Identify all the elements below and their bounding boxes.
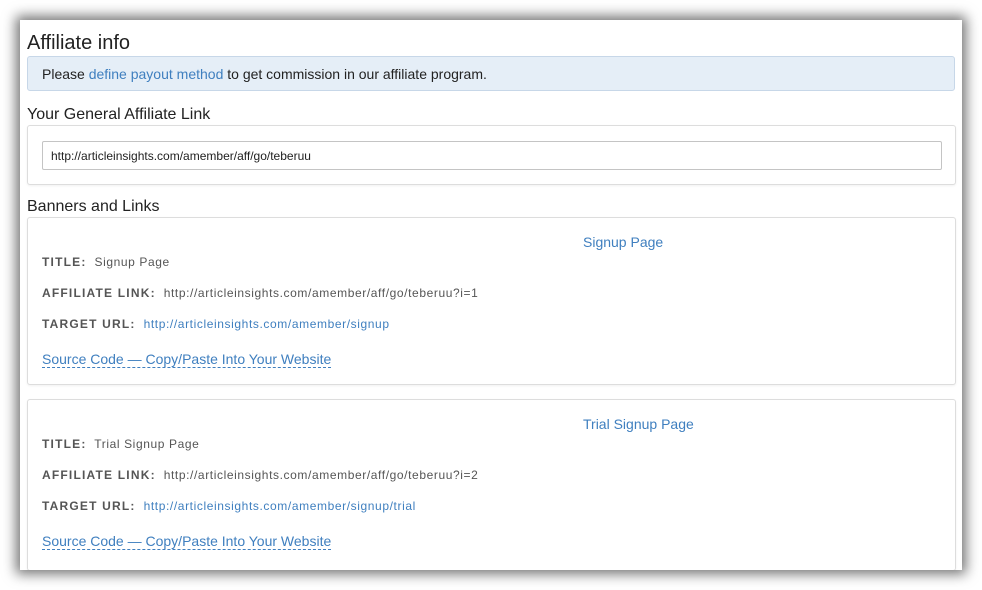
affiliate-window: Affiliate info Please define payout meth… (20, 20, 962, 570)
page-title: Affiliate info (27, 32, 131, 54)
title-label: TITLE: (42, 255, 87, 269)
target-url-label: TARGET URL: (42, 317, 136, 331)
affiliate-link-value: http://articleinsights.com/amember/aff/g… (163, 286, 479, 300)
title-label: TITLE: (42, 437, 87, 451)
general-affiliate-link-input[interactable] (42, 141, 942, 170)
general-link-panel (27, 125, 956, 185)
affiliate-link-value: http://articleinsights.com/amember/aff/g… (163, 468, 479, 482)
title-value: Trial Signup Page (94, 437, 200, 451)
notice-prefix: Please (42, 66, 85, 82)
banner-target-url-row: TARGET URL: http://articleinsights.com/a… (42, 317, 390, 331)
banner-panel: Trial Signup Page TITLE: Trial Signup Pa… (27, 399, 956, 570)
notice-suffix: to get commission in our affiliate progr… (227, 66, 487, 82)
target-url-label: TARGET URL: (42, 499, 136, 513)
general-link-heading: Your General Affiliate Link (27, 106, 211, 123)
target-url-link[interactable]: http://articleinsights.com/amember/signu… (144, 499, 416, 513)
banner-affiliate-link-row: AFFILIATE LINK: http://articleinsights.c… (42, 286, 478, 300)
banners-heading: Banners and Links (27, 198, 160, 215)
banner-title-row: TITLE: Trial Signup Page (42, 437, 199, 451)
title-value: Signup Page (94, 255, 170, 269)
banner-heading-link[interactable]: Signup Page (583, 234, 663, 250)
source-code-link[interactable]: Source Code — Copy/Paste Into Your Websi… (42, 351, 332, 368)
banner-heading-link[interactable]: Trial Signup Page (583, 416, 694, 432)
payout-notice: Please define payout method to get commi… (27, 56, 955, 91)
define-payout-method-link[interactable]: define payout method (89, 66, 224, 82)
banner-panel: Signup Page TITLE: Signup Page AFFILIATE… (27, 217, 956, 385)
target-url-link[interactable]: http://articleinsights.com/amember/signu… (144, 317, 390, 331)
affiliate-link-label: AFFILIATE LINK: (42, 286, 156, 300)
banner-title-row: TITLE: Signup Page (42, 255, 170, 269)
source-code-link[interactable]: Source Code — Copy/Paste Into Your Websi… (42, 533, 332, 550)
affiliate-link-label: AFFILIATE LINK: (42, 468, 156, 482)
banner-affiliate-link-row: AFFILIATE LINK: http://articleinsights.c… (42, 468, 478, 482)
banner-target-url-row: TARGET URL: http://articleinsights.com/a… (42, 499, 416, 513)
